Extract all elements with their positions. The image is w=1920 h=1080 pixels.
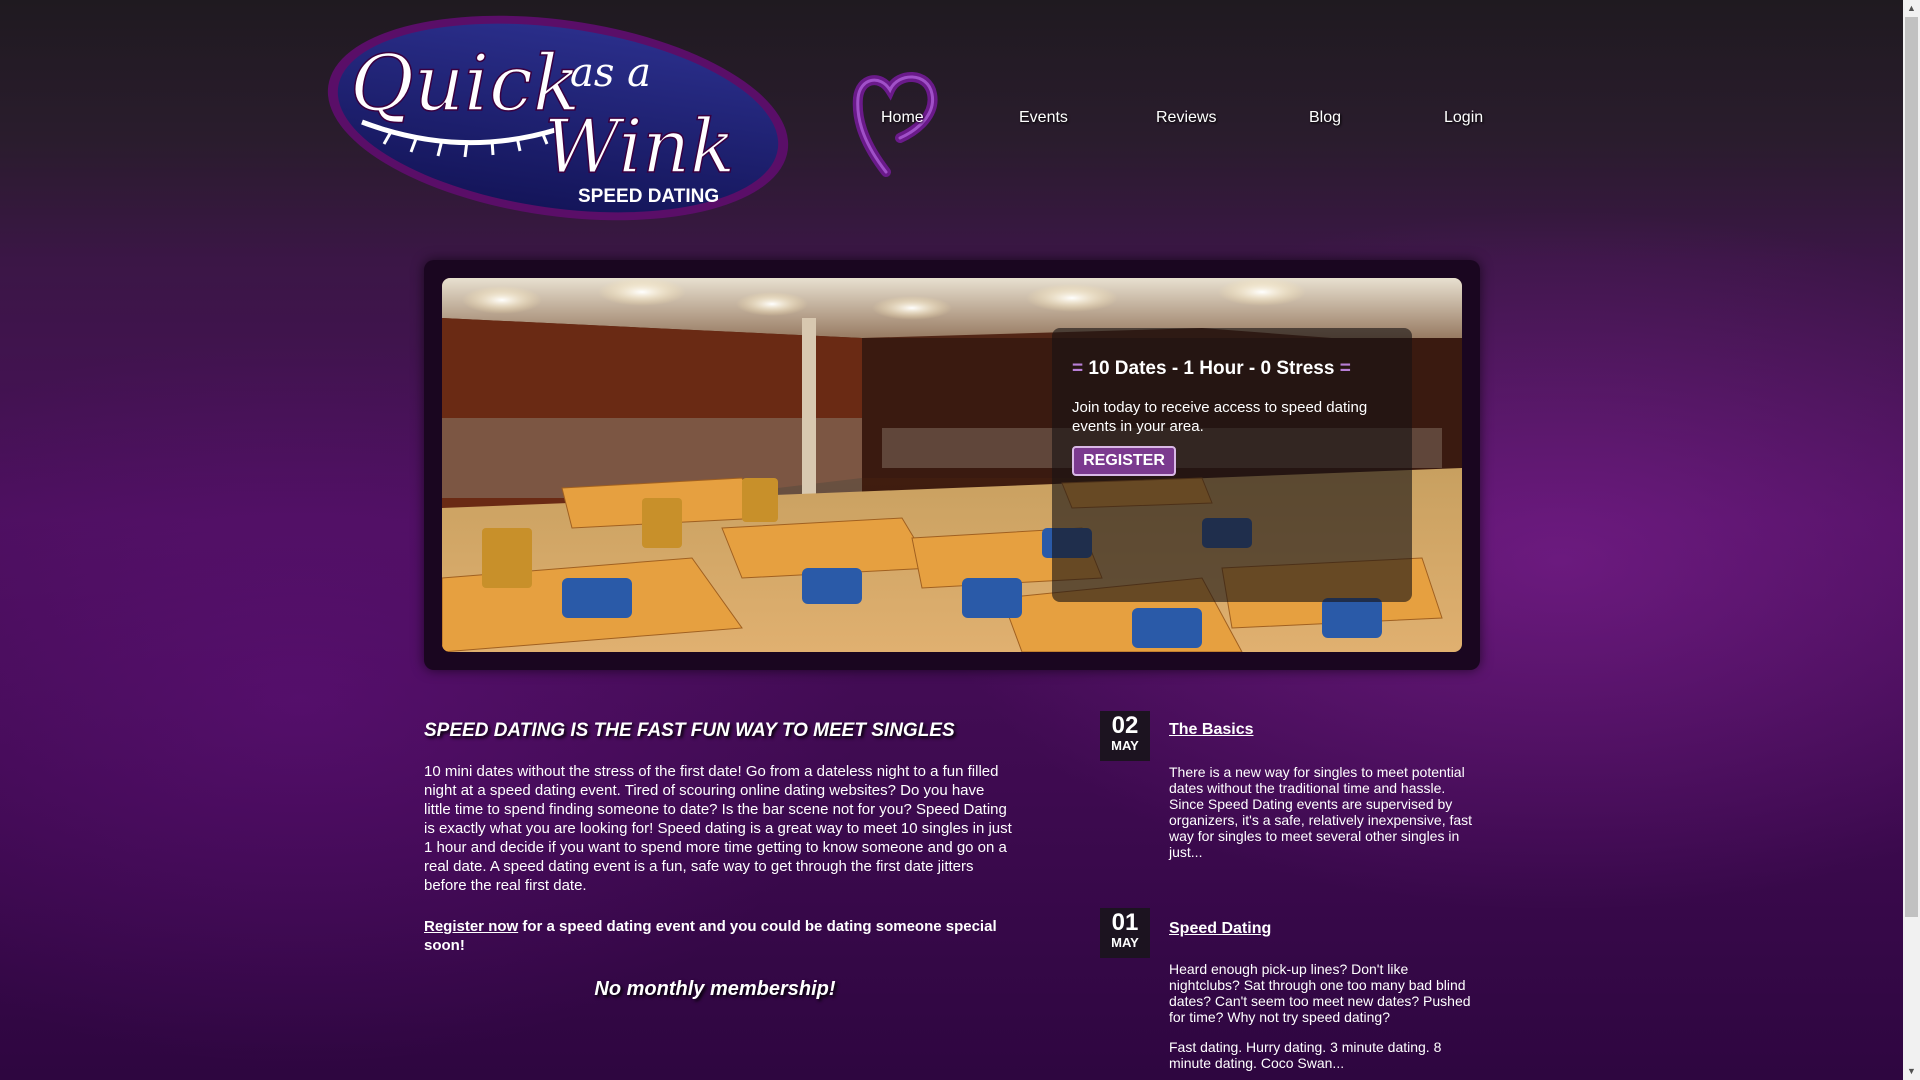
banner-text: Join today to receive access to speed da… bbox=[1072, 399, 1368, 435]
banner-title-deco-left: = bbox=[1072, 358, 1084, 379]
register-line: Register now for a speed dating event an… bbox=[424, 917, 1014, 955]
nav-reviews[interactable]: Reviews bbox=[1156, 109, 1216, 127]
site-logo[interactable]: Quick as a Wink SPEED DATING bbox=[322, 10, 800, 228]
scroll-down-arrow-icon[interactable]: ▼ bbox=[1903, 1063, 1920, 1080]
logo-wink: Wink bbox=[544, 104, 735, 190]
logo-tagline: SPEED DATING bbox=[578, 186, 719, 207]
post-date-month: MAY bbox=[1111, 738, 1139, 753]
page: Quick as a Wink SPEED DATING Home Events… bbox=[0, 0, 1903, 1080]
banner-title-text: 10 Dates - 1 Hour - 0 Stress bbox=[1088, 358, 1335, 379]
post-title-link[interactable]: The Basics bbox=[1169, 721, 1253, 739]
nav-home[interactable]: Home bbox=[881, 109, 924, 127]
post-date-month: MAY bbox=[1111, 935, 1139, 950]
nav-blog[interactable]: Blog bbox=[1309, 109, 1341, 127]
post-excerpt: Heard enough pick-up lines? Don't like n… bbox=[1169, 961, 1471, 1025]
vertical-scrollbar[interactable]: ▲ ▼ bbox=[1903, 0, 1920, 1080]
register-now-link[interactable]: Register now bbox=[424, 918, 518, 935]
intro-paragraph: 10 mini dates without the stress of the … bbox=[424, 763, 1012, 894]
scroll-up-arrow-icon[interactable]: ▲ bbox=[1903, 0, 1920, 17]
banner-title-deco-right: = bbox=[1339, 358, 1351, 379]
scrollbar-thumb[interactable] bbox=[1905, 17, 1918, 917]
post-date-badge: 01 MAY bbox=[1100, 908, 1150, 958]
post-date-badge: 02 MAY bbox=[1100, 711, 1150, 761]
post-date-day: 01 bbox=[1111, 909, 1139, 936]
nav-login[interactable]: Login bbox=[1444, 109, 1483, 127]
post-date-day: 02 bbox=[1111, 712, 1139, 739]
no-membership-text: No monthly membership! bbox=[594, 978, 836, 1000]
nav-events[interactable]: Events bbox=[1019, 109, 1068, 127]
post-title-link[interactable]: Speed Dating bbox=[1169, 920, 1271, 938]
logo-as-a: as a bbox=[570, 50, 651, 96]
main-headline: SPEED DATING IS THE FAST FUN WAY TO MEET… bbox=[424, 720, 955, 741]
banner-title: = 10 Dates - 1 Hour - 0 Stress = bbox=[1072, 358, 1351, 380]
register-button[interactable]: REGISTER bbox=[1072, 446, 1176, 476]
post-excerpt: There is a new way for singles to meet p… bbox=[1169, 764, 1473, 860]
post-excerpt-continued: Fast dating. Hurry dating. 3 minute dati… bbox=[1169, 1039, 1442, 1071]
